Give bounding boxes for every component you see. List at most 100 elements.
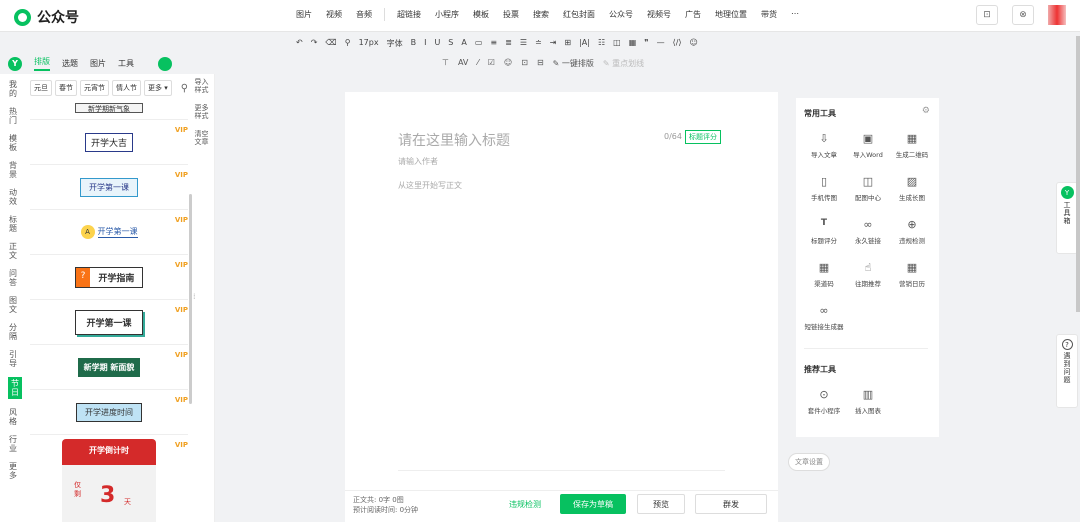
menu-redpacket[interactable]: 红包封面 [557,6,601,23]
list-item[interactable]: VIP A 开学第一课 [30,210,188,255]
background-color-button[interactable]: ▭ [475,38,483,49]
nav-industry[interactable]: 行业 [8,435,18,453]
import-style-button[interactable]: 导入样式 [193,78,210,94]
filter-lantern[interactable]: 元宵节 [80,80,109,96]
slash-icon[interactable]: ⁄ [477,58,478,69]
tool-violation-check[interactable]: ⊕ 违规检测 [890,218,934,245]
avatar[interactable] [1048,5,1066,25]
nav-title[interactable]: 标题 [8,215,18,233]
filter-newyear[interactable]: 元旦 [30,80,52,96]
body-input[interactable]: 从这里开始写正文 [398,180,462,191]
table-icon[interactable]: ▦ [629,38,637,49]
search-icon[interactable]: ⚲ [181,83,188,94]
nav-imagetext[interactable]: 图文 [8,296,18,314]
menu-search[interactable]: 搜索 [527,6,555,23]
menu-location[interactable]: 地理位置 [709,6,753,23]
scrollbar[interactable] [189,194,192,404]
nav-festival[interactable]: 节日 [8,377,22,399]
list-item[interactable]: VIP 开学进度时间 [30,390,188,435]
font-family-select[interactable]: 字体 [387,38,403,49]
quote-icon[interactable]: ❞ [644,38,648,49]
filter-valentine[interactable]: 情人节 [112,80,141,96]
nav-style[interactable]: 风格 [8,408,18,426]
sticker-icon[interactable]: ☺ [504,58,512,69]
align-left-icon[interactable]: ≡ [490,38,497,49]
format-painter-icon[interactable]: ⚲ [345,38,351,49]
emoji-icon[interactable]: ☺ [690,38,698,49]
title-input[interactable]: 请在这里输入标题 [398,130,510,150]
strikethrough-button[interactable]: S [448,38,453,49]
tool-marketing-calendar[interactable]: ▦ 营销日历 [890,261,934,288]
page-scrollbar[interactable] [1076,36,1080,312]
auto-format-button[interactable]: ✎ 一键排版 [553,58,594,69]
phone-icon[interactable]: ⊡ [976,5,998,25]
nav-mine[interactable]: 我的 [8,80,18,98]
tab-tools[interactable]: 工具 [118,58,134,69]
more-style-button[interactable]: 更多样式 [193,104,210,120]
toolbox-float[interactable]: Y 工具箱 [1056,182,1078,254]
nav-guide[interactable]: 引导 [8,350,18,368]
tool-past-recommend[interactable]: ☝ 往期推荐 [846,261,890,288]
menu-audio[interactable]: 音频 [350,6,378,23]
redo-icon[interactable]: ↷ [311,38,318,49]
plugin-icon[interactable]: Y [8,56,22,71]
italic-button[interactable]: I [424,38,426,49]
code-icon[interactable]: ⟨/⟩ [673,38,682,49]
layout-icon[interactable]: ⊟ [537,58,544,69]
list-item[interactable]: VIP ? 开学指南 [30,255,188,300]
save-draft-button[interactable]: 保存为草稿 [560,494,626,514]
align-center-icon[interactable]: ≣ [505,38,512,49]
menu-image[interactable]: 图片 [290,6,318,23]
clear-article-button[interactable]: 清空文章 [193,130,210,146]
font-color-button[interactable]: A [461,38,466,49]
list-icon[interactable]: ☷ [598,38,605,49]
tool-insert-chart[interactable]: ▥ 插入图表 [846,388,890,415]
author-input[interactable]: 请输入作者 [398,156,438,167]
toggle-switch[interactable] [158,56,172,71]
violation-check-button[interactable]: 违规检测 [509,499,541,510]
title-score-button[interactable]: 标题评分 [685,130,721,144]
heading-icon[interactable]: ⊤ [442,58,449,69]
shield-icon[interactable]: ⊗ [1012,5,1034,25]
article-settings-button[interactable]: 文章设置 [788,453,830,471]
tool-short-link[interactable]: ∞ 短链接生成器 [802,304,846,331]
tool-import-word[interactable]: ▣ 导入Word [846,132,890,159]
tool-import-article[interactable]: ⇩ 导入文章 [802,132,846,159]
letter-spacing-icon[interactable]: |A| [579,38,590,49]
tool-permanent-link[interactable]: ∞ 永久链接 [846,218,890,245]
font-spacing-icon[interactable]: AV [458,58,468,69]
tool-qrcode[interactable]: ▦ 生成二维码 [890,132,934,159]
publish-button[interactable]: 群发 [695,494,767,514]
preview-button[interactable]: 预览 [637,494,685,514]
list-item[interactable]: VIP 开学大吉 [30,120,188,165]
tab-image[interactable]: 图片 [90,58,106,69]
menu-more[interactable]: ⋯ [785,6,805,23]
spacing-icon[interactable]: ⊞ [564,38,571,49]
tool-long-image[interactable]: ▨ 生成长图 [890,175,934,202]
tool-miniprogram[interactable]: ⊙ 套件小程序 [802,388,846,415]
nav-animation[interactable]: 动效 [8,188,18,206]
nav-template[interactable]: 模板 [8,134,18,152]
nav-divider[interactable]: 分隔 [8,323,18,341]
menu-vote[interactable]: 投票 [497,6,525,23]
font-size-select[interactable]: 17px [359,38,379,49]
image-icon[interactable]: ⊡ [521,58,528,69]
filter-springfestival[interactable]: 春节 [55,80,77,96]
clear-format-icon[interactable]: ⌫ [325,38,336,49]
align-right-icon[interactable]: ☰ [520,38,527,49]
menu-video[interactable]: 视频 [320,6,348,23]
menu-channels[interactable]: 视频号 [641,6,677,23]
nav-qa[interactable]: 问答 [8,269,18,287]
undo-icon[interactable]: ↶ [296,38,303,49]
help-float[interactable]: ? 遇到问题 [1056,334,1078,408]
bold-button[interactable]: B [411,38,417,49]
list-item[interactable]: VIP 开学第一课 [30,300,188,345]
nav-background[interactable]: 背景 [8,161,18,179]
nav-more[interactable]: 更多 [8,462,18,480]
gear-icon[interactable]: ⚙ [922,106,930,116]
list-item[interactable]: VIP 开学第一课 [30,165,188,210]
nav-body[interactable]: 正文 [8,242,18,260]
menu-official[interactable]: 公众号 [603,6,639,23]
tool-title-score[interactable]: T 标题评分 [802,218,846,245]
filter-more[interactable]: 更多 ▾ [144,80,172,96]
